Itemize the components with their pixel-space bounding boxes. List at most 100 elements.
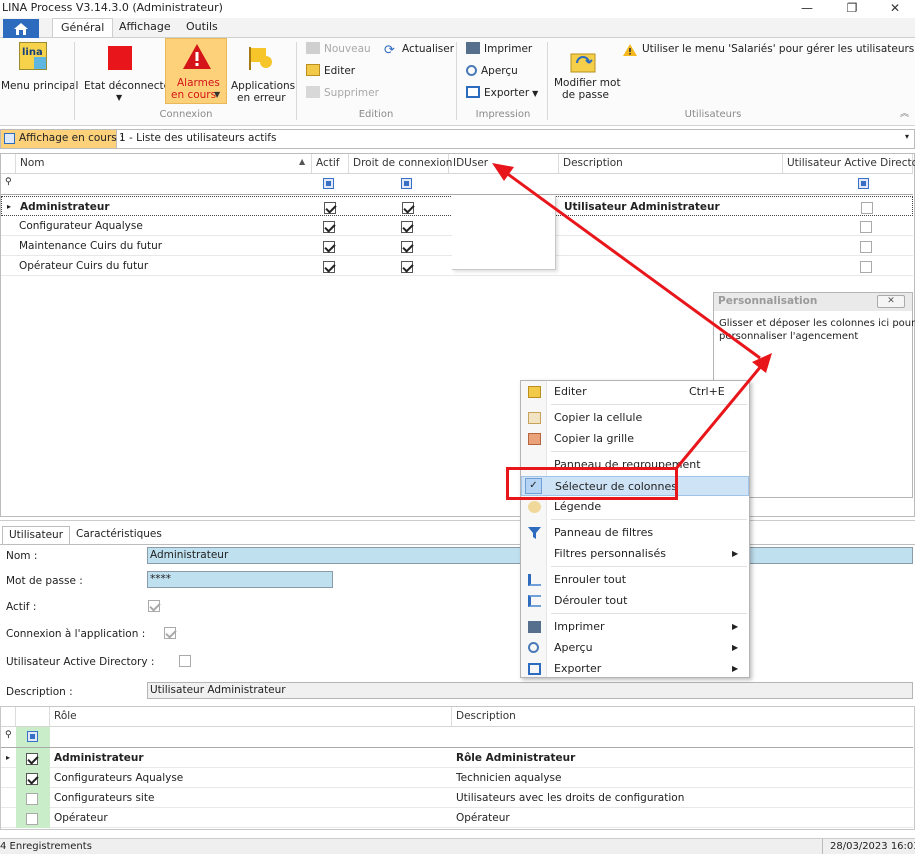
view-label-box: Affichage en cours : bbox=[1, 130, 124, 148]
close-icon[interactable]: ✕ bbox=[877, 295, 905, 308]
tab-utilisateur[interactable]: Utilisateur bbox=[2, 526, 71, 544]
menu-item-copier-cellule[interactable]: Copier la cellule bbox=[521, 408, 749, 428]
apercu-button[interactable]: Aperçu bbox=[466, 62, 518, 80]
tab-affichage[interactable]: Affichage bbox=[111, 18, 179, 37]
ribbon: lina Menu principal Etat déconnecté ▼ Al… bbox=[0, 38, 915, 126]
exporter-button[interactable]: Exporter ▼ bbox=[466, 84, 538, 102]
window-title: LINA Process V3.14.3.0 (Administrateur) bbox=[2, 1, 223, 14]
group-edition-label: Edition bbox=[358, 109, 394, 120]
role-checkbox[interactable] bbox=[26, 753, 38, 765]
menu-item-panneau-filtres[interactable]: Panneau de filtres bbox=[521, 523, 749, 543]
active-directory-checkbox[interactable] bbox=[179, 655, 191, 667]
filter-actif-checkbox[interactable] bbox=[323, 178, 334, 189]
magnifier-icon bbox=[528, 642, 539, 653]
actif-checkbox[interactable] bbox=[323, 221, 335, 233]
export-icon bbox=[528, 663, 541, 675]
filter-ad-checkbox[interactable] bbox=[858, 178, 869, 189]
magnifier-icon bbox=[466, 65, 477, 76]
view-select[interactable]: 1 - Liste des utilisateurs actifs bbox=[119, 132, 276, 144]
chevron-down-icon[interactable]: ▾ bbox=[905, 132, 909, 141]
connexion-checkbox[interactable] bbox=[163, 627, 176, 639]
editer-button[interactable]: Editer bbox=[306, 62, 355, 80]
password-input[interactable]: **** bbox=[147, 571, 333, 588]
close-button[interactable]: ✕ bbox=[875, 0, 915, 18]
actif-checkbox[interactable] bbox=[324, 202, 336, 214]
menu-principal-button[interactable]: lina Menu principal bbox=[0, 42, 78, 102]
tab-general[interactable]: Général bbox=[52, 18, 114, 37]
collapse-ribbon-icon[interactable]: ︽ bbox=[900, 106, 909, 119]
tab-outils[interactable]: Outils bbox=[178, 18, 226, 37]
table-row[interactable]: Configurateurs Aqualyse Technicien aqual… bbox=[1, 768, 913, 788]
droit-checkbox[interactable] bbox=[401, 261, 414, 273]
menu-item-derouler-tout[interactable]: Dérouler tout bbox=[521, 591, 749, 611]
menu-item-enrouler-tout[interactable]: Enrouler tout bbox=[521, 570, 749, 590]
menu-item-exporter[interactable]: Exporter ▶ bbox=[521, 659, 749, 679]
tab-caracteristiques[interactable]: Caractéristiques bbox=[76, 528, 162, 540]
legend-icon bbox=[528, 501, 541, 513]
minimize-button[interactable]: — bbox=[787, 0, 827, 18]
pin-icon: ⚲ bbox=[5, 177, 12, 187]
supprimer-button[interactable]: Supprimer bbox=[306, 84, 379, 102]
col-role[interactable]: Rôle bbox=[50, 707, 452, 726]
copy-grid-icon bbox=[528, 433, 541, 445]
home-button[interactable] bbox=[3, 19, 39, 38]
filter-role-checkbox[interactable] bbox=[27, 731, 38, 742]
lina-logo-icon: lina bbox=[19, 42, 47, 70]
table-row[interactable]: Opérateur Opérateur bbox=[1, 808, 913, 828]
table-row[interactable]: ▸ Administrateur Rôle Administrateur bbox=[1, 748, 913, 768]
role-checkbox[interactable] bbox=[26, 793, 38, 805]
col-role-description[interactable]: Description bbox=[452, 707, 913, 726]
actualiser-button[interactable]: ⟳ Actualiser bbox=[384, 40, 454, 58]
col-description[interactable]: Description bbox=[559, 154, 783, 173]
highlight-box bbox=[506, 467, 678, 500]
export-icon bbox=[466, 86, 480, 98]
collapse-all-icon bbox=[528, 574, 541, 586]
applications-button[interactable]: Applications en erreur bbox=[230, 42, 295, 106]
menu-item-legende[interactable]: Légende bbox=[521, 497, 749, 517]
droit-checkbox[interactable] bbox=[401, 241, 414, 253]
filter-droit-checkbox[interactable] bbox=[400, 178, 412, 189]
modifier-mot-de-passe-button[interactable]: Modifier mot de passe bbox=[552, 52, 621, 102]
actif-checkbox[interactable] bbox=[323, 261, 335, 273]
ad-checkbox[interactable] bbox=[859, 221, 872, 233]
droit-checkbox[interactable] bbox=[402, 202, 415, 214]
connexion-label: Connexion à l'application : bbox=[6, 628, 146, 640]
maximize-button[interactable]: ❐ bbox=[832, 0, 872, 18]
ad-checkbox[interactable] bbox=[860, 202, 873, 214]
iduser-column-drag-area bbox=[452, 196, 556, 270]
col-active-directory[interactable]: Utilisateur Active Directory bbox=[783, 154, 915, 173]
menu-item-imprimer[interactable]: Imprimer ▶ bbox=[521, 617, 749, 637]
status-bar: 4 Enregistrements 28/03/2023 16:03 bbox=[0, 838, 915, 854]
description-input[interactable]: Utilisateur Administrateur bbox=[147, 682, 913, 699]
ad-checkbox[interactable] bbox=[859, 241, 872, 253]
menu-item-editer[interactable]: Editer Ctrl+E bbox=[521, 382, 749, 402]
submenu-arrow-icon: ▶ bbox=[732, 643, 739, 652]
nouveau-button[interactable]: Nouveau bbox=[306, 40, 371, 58]
col-nom[interactable]: Nom bbox=[16, 154, 312, 173]
actif-checkbox[interactable] bbox=[323, 241, 335, 253]
col-iduser[interactable]: IDUser bbox=[449, 154, 559, 173]
actif-checkbox[interactable] bbox=[148, 600, 160, 612]
expand-all-icon bbox=[528, 595, 541, 607]
etat-button[interactable]: Etat déconnecté ▼ bbox=[80, 42, 170, 106]
col-droit[interactable]: Droit de connexion bbox=[349, 154, 452, 173]
imprimer-button[interactable]: Imprimer bbox=[466, 40, 532, 58]
menu-item-copier-grille[interactable]: Copier la grille bbox=[521, 429, 749, 449]
sort-asc-icon: ▲ bbox=[299, 157, 306, 166]
table-row[interactable]: Configurateurs site Utilisateurs avec le… bbox=[1, 788, 913, 808]
role-checkbox[interactable] bbox=[26, 813, 38, 825]
menu-item-apercu[interactable]: Aperçu ▶ bbox=[521, 638, 749, 658]
grid-header: Nom ▲ Actif Droit de connexion IDUser De… bbox=[1, 154, 915, 174]
view-filter-bar[interactable]: Affichage en cours : 1 - Liste des utili… bbox=[0, 129, 915, 149]
submenu-arrow-icon: ▶ bbox=[732, 622, 739, 631]
ad-checkbox[interactable] bbox=[859, 261, 872, 273]
menu-item-filtres-personnalises[interactable]: Filtres personnalisés ▶ bbox=[521, 544, 749, 564]
new-icon bbox=[306, 42, 320, 54]
folder-edit-icon bbox=[306, 64, 320, 76]
col-actif[interactable]: Actif bbox=[312, 154, 349, 173]
role-checkbox[interactable] bbox=[26, 773, 38, 785]
warning-icon bbox=[183, 44, 211, 69]
stop-icon bbox=[108, 46, 132, 70]
alarmes-button[interactable]: Alarmes en cours ▼ bbox=[165, 38, 227, 104]
droit-checkbox[interactable] bbox=[401, 221, 414, 233]
